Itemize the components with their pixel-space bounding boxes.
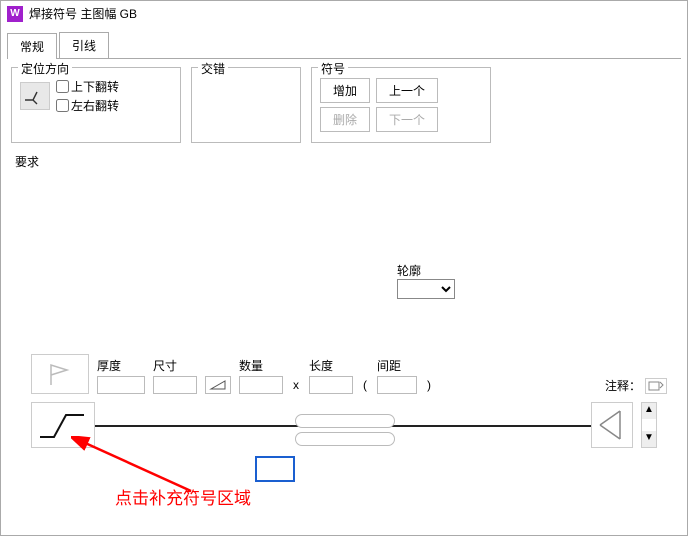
prev-button[interactable]: 上一个 (376, 78, 438, 103)
tab-leader[interactable]: 引线 (59, 32, 109, 58)
group-symbol: 符号 增加 上一个 删除 下一个 (311, 67, 491, 143)
work-area: 轮廓 厚度 尺寸 数量 x 长度 ( 间距 ) 注释： (11, 174, 677, 544)
annotation-text: 点击补充符号区域 (115, 484, 251, 509)
group-orientation: 定位方向 上下翻转 左右翻转 (11, 67, 181, 143)
pitch-label: 间距 (377, 357, 401, 374)
group-stagger-title: 交错 (198, 60, 228, 77)
next-button[interactable]: 下一个 (376, 107, 438, 132)
scroll-up-button[interactable]: ▲ (642, 403, 656, 419)
flip-horizontal-checkbox[interactable]: 左右翻转 (56, 97, 119, 114)
group-symbol-title: 符号 (318, 60, 348, 77)
tab-general[interactable]: 常规 (7, 33, 57, 59)
flag-icon (43, 361, 77, 387)
note-edit-button[interactable] (645, 378, 667, 394)
tab-strip: 常规 引线 (7, 32, 681, 59)
title-bar: W 焊接符号 主图幅 GB (1, 1, 687, 26)
contour-select[interactable] (397, 279, 455, 299)
note-label: 注释： (605, 377, 641, 394)
upper-slot[interactable] (295, 414, 395, 428)
requirements-label: 要求 (15, 153, 677, 170)
delete-button[interactable]: 删除 (320, 107, 370, 132)
flip-horizontal-label: 左右翻转 (71, 97, 119, 114)
lower-slot[interactable] (295, 432, 395, 446)
triangle-icon (209, 379, 227, 391)
size-input[interactable] (153, 376, 197, 394)
scroll-down-button[interactable]: ▼ (642, 431, 656, 447)
length-input[interactable] (309, 376, 353, 394)
sep-x: x (293, 378, 299, 392)
thickness-label: 厚度 (97, 357, 121, 374)
size-label: 尺寸 (153, 357, 177, 374)
group-orientation-title: 定位方向 (18, 60, 72, 77)
orientation-preview-icon (20, 82, 50, 110)
pitch-input[interactable] (377, 376, 417, 394)
app-icon: W (7, 6, 23, 22)
angle-box[interactable] (205, 376, 231, 394)
flip-vertical-checkbox[interactable]: 上下翻转 (56, 78, 119, 95)
flip-vertical-label: 上下翻转 (71, 78, 119, 95)
scroll-bar: ▲ ▼ (641, 402, 657, 448)
window-title: 焊接符号 主图幅 GB (29, 5, 137, 22)
add-button[interactable]: 增加 (320, 78, 370, 103)
note-edit-icon (648, 380, 664, 392)
qty-label: 数量 (239, 357, 263, 374)
thickness-input[interactable] (97, 376, 145, 394)
flag-box[interactable] (31, 354, 89, 394)
arrow-symbol-icon (596, 407, 628, 443)
qty-input[interactable] (239, 376, 283, 394)
contour-label: 轮廓 (397, 262, 455, 279)
paren-r: ) (427, 378, 431, 392)
length-label: 长度 (309, 357, 333, 374)
contour-field: 轮廓 (397, 262, 455, 299)
arrow-symbol-box[interactable] (591, 402, 633, 448)
paren-l: ( (363, 378, 367, 392)
group-stagger: 交错 (191, 67, 301, 143)
